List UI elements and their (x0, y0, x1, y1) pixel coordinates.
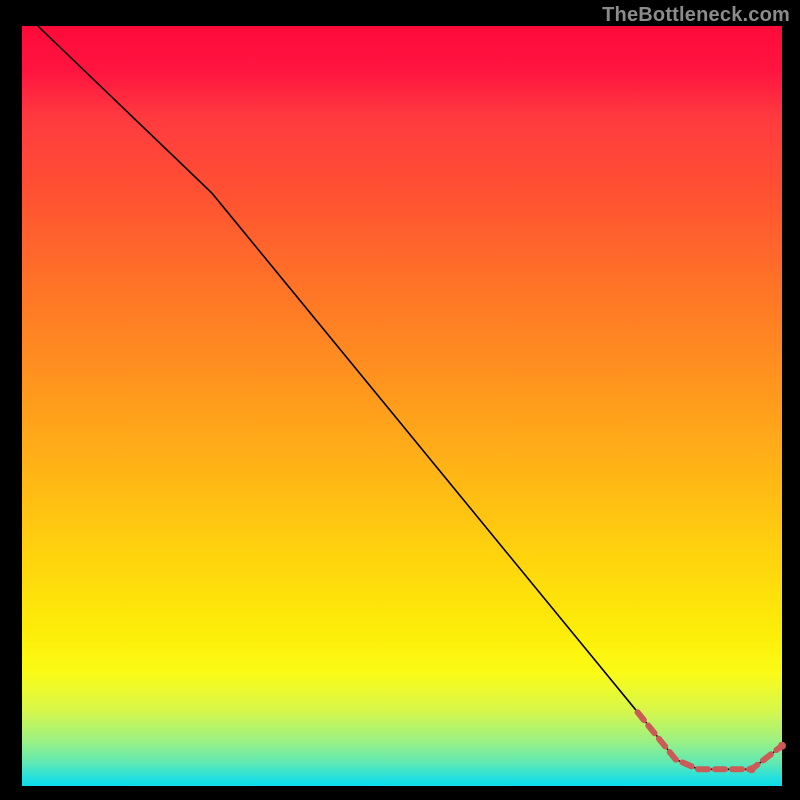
chart-frame: TheBottleneck.com (0, 0, 800, 800)
series-curve (22, 11, 782, 769)
data-marker (778, 742, 786, 750)
series-dotted-segment (638, 712, 782, 769)
chart-svg (0, 0, 800, 800)
data-marker (748, 765, 756, 773)
curve-layer (22, 11, 786, 773)
